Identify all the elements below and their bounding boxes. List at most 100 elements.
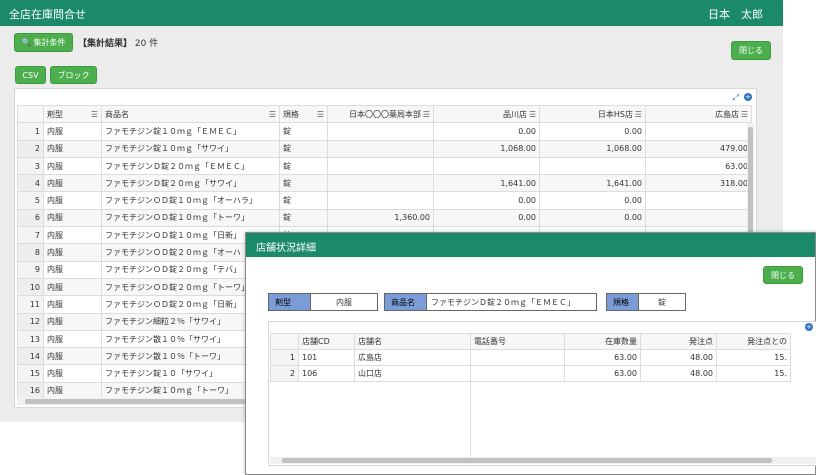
- row-number: 6: [17, 208, 44, 228]
- table-cell: 内服: [43, 364, 102, 383]
- table-cell: 内服: [43, 312, 102, 331]
- table-row[interactable]: 1 内服 ファモチジン錠１０ｍｇ「ＥＭＥＣ」錠 0.00 0.00: [17, 122, 752, 141]
- add-column-icon[interactable]: +: [805, 323, 813, 331]
- store-grid: + 店舗CD 店舗名 電話番号 在庫数量 発注点 発注点との 1 101 広島店 63…: [268, 321, 816, 466]
- result-summary: 【集計結果】 20 件: [78, 39, 159, 49]
- table-cell: 山口店: [354, 365, 471, 382]
- menu-icon[interactable]: ☰: [91, 110, 98, 119]
- modal-header: 店舗状況詳細: [246, 233, 815, 257]
- menu-icon[interactable]: ☰: [317, 110, 324, 119]
- table-cell: 0.00: [433, 122, 540, 141]
- column-header[interactable]: 商品名 ☰: [101, 104, 280, 124]
- column-header[interactable]: 在庫数量: [564, 333, 641, 350]
- table-cell: 内服: [43, 347, 102, 366]
- row-number: 13: [17, 329, 44, 349]
- table-cell: [327, 156, 434, 176]
- table-cell: [645, 122, 752, 141]
- row-number: 14: [17, 347, 44, 366]
- menu-icon[interactable]: ☰: [741, 110, 748, 119]
- column-header[interactable]: 日本〇〇〇薬局本部 ☰: [327, 104, 434, 124]
- spec-value: 錠: [639, 294, 685, 310]
- table-cell: 63.00: [645, 156, 752, 176]
- table-cell: 内服: [43, 122, 102, 141]
- table-cell: 15.: [716, 365, 791, 382]
- column-header[interactable]: 規格 ☰: [279, 104, 328, 124]
- expand-icon[interactable]: ⤢: [733, 93, 739, 103]
- column-header[interactable]: 電話番号: [470, 333, 565, 350]
- table-cell: ファモチジン錠１０ｍｇ「ＥＭＥＣ」: [101, 122, 280, 141]
- modal-title: 店舗状況詳細: [256, 243, 316, 254]
- table-cell: 318.00: [645, 174, 752, 193]
- table-cell: 1,360.00: [327, 208, 434, 228]
- table-cell: [470, 365, 565, 382]
- type-label: 剤型: [269, 294, 311, 310]
- table-cell: 15.: [716, 349, 791, 366]
- menu-icon[interactable]: ☰: [529, 110, 536, 119]
- row-number: 8: [17, 243, 44, 262]
- horizontal-scrollbar[interactable]: [270, 457, 816, 464]
- column-header[interactable]: 店舗名: [354, 333, 471, 350]
- table-row[interactable]: 6 内服 ファモチジンＯＤ錠１０ｍｇ「トーワ」錠 1,360.00 0.00 0.00: [17, 208, 752, 228]
- table-row[interactable]: 5 内服 ファモチジンＯＤ錠１０ｍｇ「オーハラ」錠 0.00 0.00: [17, 191, 752, 210]
- table-cell: 0.00: [433, 208, 540, 228]
- table-cell: 錠: [279, 139, 328, 158]
- table-cell: 479.00: [645, 139, 752, 158]
- close-button[interactable]: 閉じる: [731, 41, 771, 60]
- column-header[interactable]: 日本HS店 ☰: [539, 104, 646, 124]
- row-number: 1: [17, 122, 44, 141]
- row-number: 2: [270, 365, 299, 382]
- table-cell: [327, 139, 434, 158]
- table-row[interactable]: 4 内服 ファモチジンＤ錠２０ｍｇ「サワイ」錠 1,641.00 1,641.00 318…: [17, 174, 752, 193]
- column-header[interactable]: 店舗CD: [298, 333, 355, 350]
- row-number: 4: [17, 174, 44, 193]
- table-cell: ファモチジンＤ錠２０ｍｇ「サワイ」: [101, 174, 280, 193]
- row-number: 1: [270, 349, 299, 366]
- search-conditions-button[interactable]: 🔍 集計条件: [14, 33, 73, 52]
- csv-button[interactable]: CSV: [15, 66, 46, 84]
- table-row[interactable]: 2 内服 ファモチジン錠１０ｍｇ「サワイ」錠 1,068.00 1,068.00 479.…: [17, 139, 752, 158]
- menu-icon[interactable]: ☰: [269, 110, 276, 119]
- table-row[interactable]: 2 106 山口店 63.00 48.00 15.: [270, 365, 791, 382]
- table-cell: ファモチジンＯＤ錠１０ｍｇ「オーハラ」: [101, 191, 280, 210]
- table-cell: ファモチジンＤ錠２０ｍｇ「ＥＭＥＣ」: [101, 156, 280, 176]
- table-cell: 1,641.00: [539, 174, 646, 193]
- table-row[interactable]: 1 101 広島店 63.00 48.00 15.: [270, 349, 791, 366]
- row-number: 10: [17, 277, 44, 297]
- table-cell: [645, 208, 752, 228]
- block-button[interactable]: ブロック: [50, 66, 97, 84]
- column-header[interactable]: 広島店 ☰: [645, 104, 752, 124]
- menu-icon[interactable]: ☰: [635, 110, 642, 119]
- modal-close-button[interactable]: 閉じる: [763, 266, 803, 284]
- column-header[interactable]: 発注点: [640, 333, 717, 350]
- horizontal-scrollbar[interactable]: [17, 398, 247, 405]
- table-cell: 内服: [43, 381, 102, 401]
- type-value: 内服: [311, 294, 377, 310]
- table-cell: 1,641.00: [433, 174, 540, 193]
- table-cell: 内服: [43, 174, 102, 193]
- row-number: 5: [17, 191, 44, 210]
- table-cell: [433, 156, 540, 176]
- store-detail-modal: 店舗状況詳細 閉じる 剤型 内服 商品名 ファモチジンＤ錠２０ｍｇ「ＥＭＥＣ」 …: [245, 232, 816, 475]
- table-cell: 1,068.00: [433, 139, 540, 158]
- row-number: 11: [17, 295, 44, 314]
- table-cell: 63.00: [564, 349, 641, 366]
- column-header[interactable]: 剤型 ☰: [43, 104, 102, 124]
- add-column-icon[interactable]: +: [744, 93, 752, 101]
- table-cell: [327, 122, 434, 141]
- table-cell: 101: [298, 349, 355, 366]
- table-cell: 0.00: [539, 208, 646, 228]
- table-cell: 1,068.00: [539, 139, 646, 158]
- table-cell: 錠: [279, 156, 328, 176]
- column-header[interactable]: 品川店 ☰: [433, 104, 540, 124]
- column-index: [17, 104, 44, 124]
- table-cell: 内服: [43, 329, 102, 349]
- menu-icon[interactable]: ☰: [423, 110, 430, 119]
- table-cell: 0.00: [539, 122, 646, 141]
- column-header[interactable]: 発注点との: [716, 333, 791, 350]
- store-table: 店舗CD 店舗名 電話番号 在庫数量 発注点 発注点との 1 101 広島店 63.0…: [270, 333, 791, 382]
- table-cell: 錠: [279, 191, 328, 210]
- table-row[interactable]: 3 内服 ファモチジンＤ錠２０ｍｇ「ＥＭＥＣ」錠 63.00: [17, 156, 752, 176]
- page-title: 全店在庫問合せ: [9, 8, 86, 21]
- table-cell: 内服: [43, 277, 102, 297]
- spec-info: 規格 錠: [606, 293, 686, 311]
